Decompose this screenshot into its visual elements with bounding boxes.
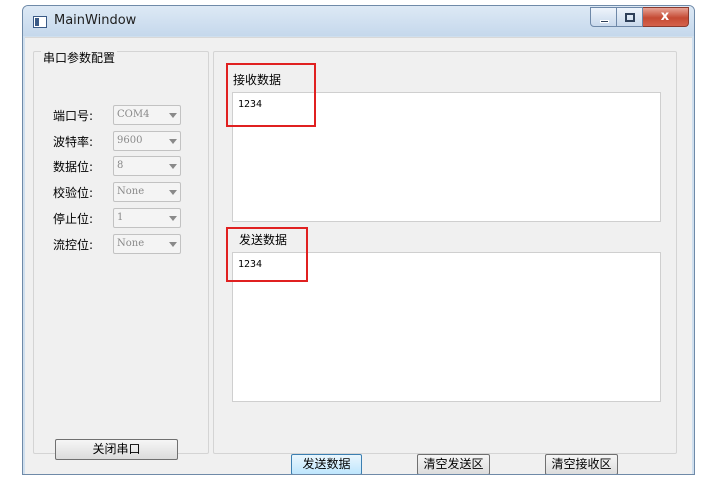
minimize-button[interactable] — [590, 7, 617, 27]
chevron-down-icon — [169, 216, 177, 221]
app-window-icon — [33, 16, 47, 28]
clear-receive-button[interactable]: 清空接收区 — [545, 454, 618, 474]
main-window: MainWindow x 串口参数配置 端口号: COM4 波特率: 9600 … — [22, 5, 695, 475]
flowctrl-value: None — [117, 238, 145, 249]
port-combo[interactable]: COM4 — [113, 105, 181, 125]
maximize-button[interactable] — [617, 7, 643, 27]
parity-label: 校验位: — [53, 186, 94, 200]
parity-value: None — [117, 186, 145, 197]
chevron-down-icon — [169, 139, 177, 144]
chevron-down-icon — [169, 113, 177, 118]
databits-value: 8 — [117, 160, 124, 171]
flowctrl-label: 流控位: — [53, 238, 94, 252]
baud-value: 9600 — [117, 135, 143, 146]
send-highlight-box — [226, 227, 308, 282]
chevron-down-icon — [169, 164, 177, 169]
chevron-down-icon — [169, 190, 177, 195]
serial-config-title: 串口参数配置 — [41, 49, 118, 66]
client-area: 串口参数配置 端口号: COM4 波特率: 9600 数据位: 8 校验位: N… — [25, 37, 692, 474]
send-data-button[interactable]: 发送数据 — [291, 454, 362, 474]
stopbits-label: 停止位: — [53, 212, 94, 226]
port-label: 端口号: — [53, 109, 94, 123]
minimize-icon — [600, 20, 609, 23]
maximize-icon — [625, 13, 635, 22]
receive-highlight-box — [226, 63, 316, 127]
close-port-button[interactable]: 关闭串口 — [55, 439, 178, 460]
clear-send-button[interactable]: 清空发送区 — [417, 454, 490, 474]
flowctrl-combo[interactable]: None — [113, 234, 181, 254]
baud-label: 波特率: — [53, 135, 94, 149]
close-button[interactable]: x — [643, 7, 689, 27]
parity-combo[interactable]: None — [113, 182, 181, 202]
stopbits-value: 1 — [117, 212, 124, 223]
databits-combo[interactable]: 8 — [113, 156, 181, 176]
databits-label: 数据位: — [53, 160, 94, 174]
baud-combo[interactable]: 9600 — [113, 131, 181, 151]
window-title: MainWindow — [54, 13, 137, 28]
title-bar[interactable]: MainWindow x — [23, 6, 694, 36]
chevron-down-icon — [169, 242, 177, 247]
close-icon: x — [660, 9, 670, 24]
stopbits-combo[interactable]: 1 — [113, 208, 181, 228]
port-value: COM4 — [117, 109, 150, 120]
